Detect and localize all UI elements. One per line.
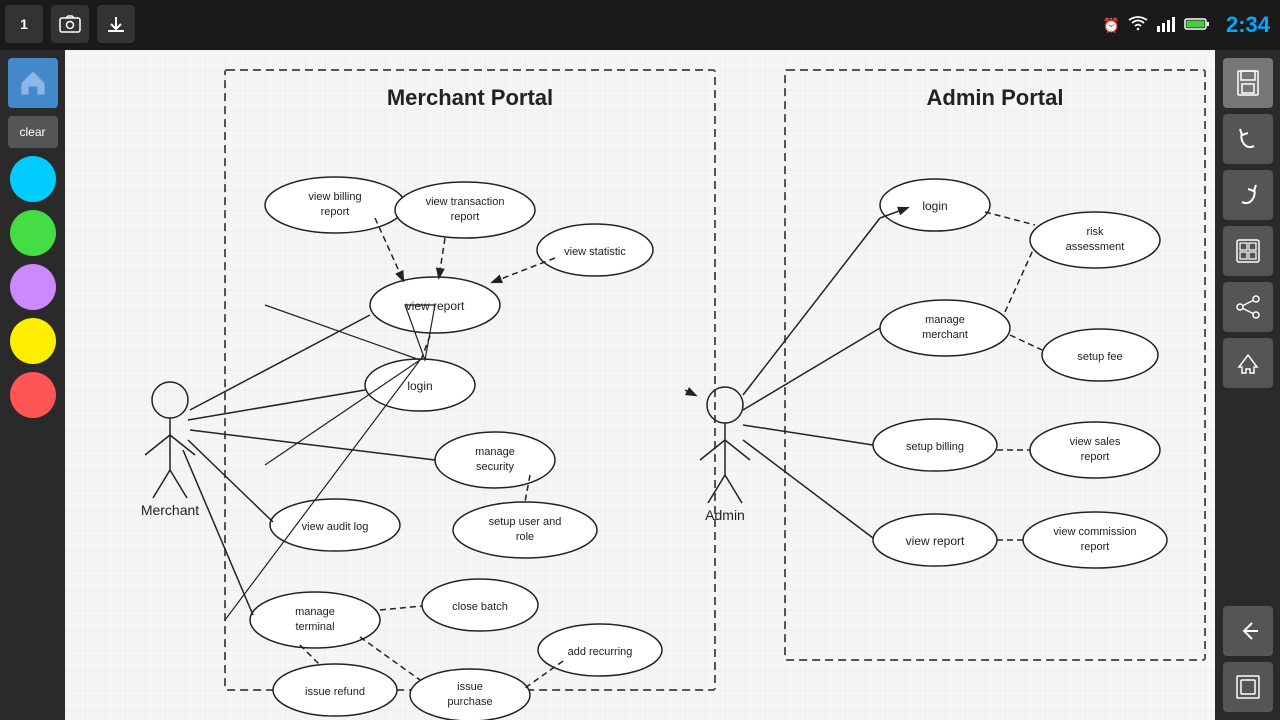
- svg-text:view report: view report: [906, 534, 965, 548]
- status-bar: 1 ⏰ 2:34: [0, 0, 1280, 50]
- status-time: 2:34: [1226, 12, 1270, 38]
- home-button[interactable]: [8, 58, 58, 108]
- svg-text:view commission: view commission: [1053, 526, 1136, 538]
- svg-text:setup billing: setup billing: [906, 441, 964, 453]
- tab-icon: 1: [5, 5, 43, 43]
- photo-icon: [51, 5, 89, 43]
- svg-text:view transaction: view transaction: [426, 196, 505, 208]
- svg-text:report: report: [1081, 451, 1110, 463]
- download-icon: [97, 5, 135, 43]
- color-green[interactable]: [10, 210, 56, 256]
- status-icons: ⏰ 2:34: [1103, 12, 1270, 38]
- svg-text:security: security: [476, 461, 514, 473]
- save-button[interactable]: [1223, 58, 1273, 108]
- svg-text:setup fee: setup fee: [1077, 351, 1122, 363]
- merchant-portal-title: Merchant Portal: [387, 85, 553, 110]
- svg-text:manage: manage: [925, 314, 965, 326]
- svg-text:report: report: [451, 211, 480, 223]
- share-button[interactable]: [1223, 282, 1273, 332]
- battery-icon: [1184, 17, 1210, 34]
- signal-icon: [1156, 16, 1176, 35]
- svg-text:risk: risk: [1086, 226, 1104, 238]
- svg-text:purchase: purchase: [447, 696, 492, 708]
- svg-text:report: report: [321, 206, 350, 218]
- diagram-canvas: Merchant Portal Admin Portal Merchant Ad…: [65, 50, 1215, 720]
- svg-text:view sales: view sales: [1070, 436, 1121, 448]
- svg-text:view audit log: view audit log: [302, 521, 369, 533]
- top-left-icons: 1: [5, 5, 135, 43]
- svg-text:login: login: [407, 379, 432, 393]
- admin-label: Admin: [705, 507, 745, 523]
- color-purple[interactable]: [10, 264, 56, 310]
- svg-text:role: role: [516, 531, 534, 543]
- color-cyan[interactable]: [10, 156, 56, 202]
- color-yellow[interactable]: [10, 318, 56, 364]
- main-canvas[interactable]: Merchant Portal Admin Portal Merchant Ad…: [65, 50, 1215, 720]
- svg-text:manage: manage: [295, 606, 335, 618]
- gallery-button[interactable]: [1223, 226, 1273, 276]
- clock-icon: ⏰: [1103, 17, 1120, 34]
- wifi-icon: [1128, 16, 1148, 35]
- svg-text:issue: issue: [457, 681, 483, 693]
- admin-portal-title: Admin Portal: [927, 85, 1064, 110]
- back-button[interactable]: [1223, 606, 1273, 656]
- clear-button[interactable]: clear: [8, 116, 58, 148]
- layers-button[interactable]: [1223, 662, 1273, 712]
- android-home-button[interactable]: [1223, 338, 1273, 388]
- svg-text:close batch: close batch: [452, 601, 508, 613]
- svg-text:issue refund: issue refund: [305, 686, 365, 698]
- svg-text:setup user and: setup user and: [489, 516, 562, 528]
- svg-text:view billing: view billing: [308, 191, 361, 203]
- svg-text:merchant: merchant: [922, 329, 968, 341]
- redo-button[interactable]: [1223, 170, 1273, 220]
- svg-text:login: login: [922, 199, 947, 213]
- right-toolbar: [1215, 50, 1280, 720]
- svg-text:add recurring: add recurring: [568, 646, 633, 658]
- undo-button[interactable]: [1223, 114, 1273, 164]
- left-sidebar: clear: [0, 50, 65, 720]
- svg-text:assessment: assessment: [1066, 241, 1125, 253]
- svg-text:view statistic: view statistic: [564, 246, 626, 258]
- merchant-label: Merchant: [141, 502, 199, 518]
- svg-text:manage: manage: [475, 446, 515, 458]
- svg-text:terminal: terminal: [295, 621, 334, 633]
- color-red[interactable]: [10, 372, 56, 418]
- svg-text:report: report: [1081, 541, 1110, 553]
